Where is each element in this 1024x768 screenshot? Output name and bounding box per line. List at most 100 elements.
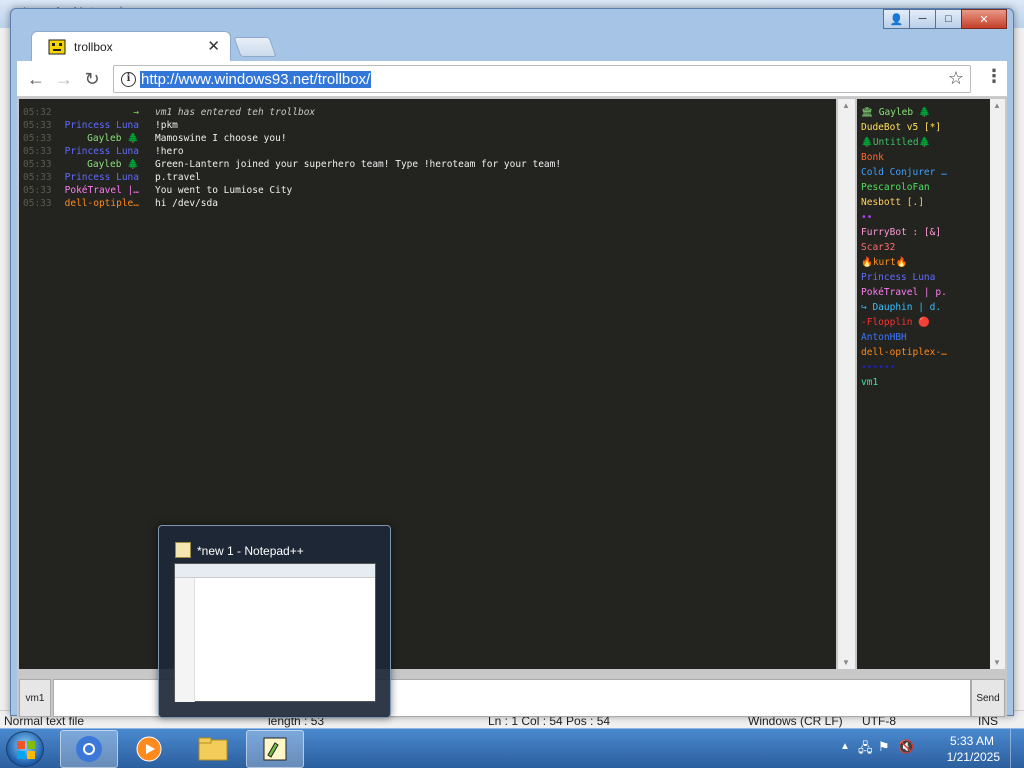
message-nick[interactable]: Princess Luna (65, 172, 139, 183)
chat-scrollbar[interactable]: ▲ ▼ (838, 99, 855, 669)
taskbar-media-player[interactable] (120, 730, 178, 768)
trollbox-favicon-icon (48, 39, 66, 55)
message-text: !pkm (155, 120, 178, 131)
message-time: 05:32 (23, 107, 52, 118)
user-list-item[interactable]: PescaroloFan (861, 182, 930, 193)
new-tab-button[interactable] (233, 37, 277, 57)
user-list-item[interactable]: Bonk (861, 152, 884, 163)
taskbar-explorer[interactable] (184, 730, 242, 768)
user-list-scrollbar[interactable]: ▲ ▼ (990, 99, 1005, 669)
message-nick[interactable]: PokéTravel |… (65, 185, 139, 196)
clock-date[interactable]: 1/21/2025 (947, 750, 1000, 764)
user-list-item[interactable]: FurryBot : [&] (861, 227, 941, 238)
clock-time[interactable]: 5:33 AM (950, 734, 994, 748)
user-list-item[interactable]: Scar32 (861, 242, 895, 253)
user-list-item[interactable]: ↪ Dauphin | d. (861, 302, 941, 313)
message-text: Green-Lantern joined your superhero team… (155, 159, 562, 170)
user-list-item[interactable]: PokéTravel | p. (861, 287, 947, 298)
chat-message: 05:33 PokéTravel |… You went to Lumiose Ci… (19, 185, 829, 198)
user-list-item[interactable]: Cold Conjurer … (861, 167, 947, 178)
maximize-button[interactable]: □ (935, 9, 962, 29)
url-text[interactable]: http://www.windows93.net/trollbox/ (140, 71, 372, 88)
show-desktop-button[interactable] (1010, 729, 1024, 768)
user-list-item[interactable]: dell-optiplex-… (861, 347, 947, 358)
chat-message: 05:33 Princess Luna p.travel (19, 172, 829, 185)
system-tray: ▲ 🖧 ⚑ 🔇 5:33 AM 1/21/2025 (834, 729, 1024, 768)
taskbar: ▲ 🖧 ⚑ 🔇 5:33 AM 1/21/2025 (0, 728, 1024, 768)
chat-message: 05:33 Gayleb 🌲 Mamoswine I choose you! (19, 133, 829, 146)
user-list-item[interactable]: 🔥kurt🔥 (861, 257, 908, 268)
nickname-button[interactable]: vm1 (19, 679, 51, 717)
bookmark-star-icon[interactable]: ☆ (948, 68, 964, 89)
forward-arrow-icon[interactable]: → (53, 68, 75, 90)
scroll-down-icon[interactable]: ▼ (842, 658, 850, 667)
preview-toolbar (175, 564, 375, 578)
chat-message: 05:33 Gayleb 🌲 Green-Lantern joined your s… (19, 159, 829, 172)
send-button[interactable]: Send (971, 679, 1005, 717)
scroll-up-icon[interactable]: ▲ (993, 101, 1001, 110)
taskbar-chrome[interactable] (60, 730, 118, 768)
window-controls: 👤 ─ □ ✕ (883, 9, 1007, 31)
chat-message: 05:32 → vm1 has entered teh trollbox (19, 107, 829, 120)
browser-toolbar: ← → ↻ i http://www.windows93.net/trollbo… (17, 61, 1007, 97)
address-bar[interactable]: i http://www.windows93.net/trollbox/ ☆ (113, 65, 971, 93)
chat-message: 05:33 Princess Luna !pkm (19, 120, 829, 133)
tab-close-icon[interactable]: ✕ (207, 37, 220, 55)
windows-logo-icon (17, 741, 35, 759)
media-player-icon (136, 736, 162, 762)
scroll-up-icon[interactable]: ▲ (842, 101, 850, 110)
back-arrow-icon[interactable]: ← (25, 68, 47, 90)
thumbnail-title: *new 1 - Notepad++ (197, 544, 304, 558)
message-nick[interactable]: Gayleb 🌲 (87, 159, 139, 170)
user-list: 🏛 Gayleb 🌲 DudeBot v5 [*] 🌲Untitled🌲 Bonk Co… (857, 99, 990, 669)
notepad-plus-plus-icon (263, 737, 287, 761)
message-text: !hero (155, 146, 184, 157)
message-time: 05:33 (23, 172, 52, 183)
message-nick[interactable]: Princess Luna (65, 146, 139, 157)
user-list-item[interactable]: AntonHBH (861, 332, 907, 343)
close-button[interactable]: ✕ (961, 9, 1007, 29)
menu-dots-icon[interactable]: ⋮ (985, 66, 1003, 87)
user-list-item[interactable]: Nesbott [.] (861, 197, 924, 208)
notepad-icon (175, 542, 191, 558)
tab-trollbox[interactable]: trollbox ✕ (31, 31, 231, 61)
chat-message: 05:33 dell-optiple… hi /dev/sda (19, 198, 829, 211)
chat-message: 05:33 Princess Luna !hero (19, 146, 829, 159)
preview-line-numbers (175, 578, 195, 702)
reload-icon[interactable]: ↻ (81, 68, 103, 90)
user-list-item[interactable]: 🏛 Gayleb 🌲 (861, 107, 931, 118)
scroll-down-icon[interactable]: ▼ (993, 658, 1001, 667)
taskbar-thumbnail[interactable]: *new 1 - Notepad++ (158, 525, 391, 718)
taskbar-notepad[interactable] (246, 730, 304, 768)
message-nick[interactable]: Princess Luna (65, 120, 139, 131)
start-button[interactable] (6, 731, 44, 767)
user-list-item[interactable]: Princess Luna (861, 272, 935, 283)
chat-messages: 05:32 → vm1 has entered teh trollbox 05:33 P… (19, 99, 836, 669)
network-icon[interactable]: 🖧 (858, 739, 873, 761)
message-text: vm1 has entered teh trollbox (155, 107, 316, 118)
message-nick[interactable]: Gayleb 🌲 (87, 133, 139, 144)
user-list-item[interactable]: DudeBot v5 [*] (861, 122, 941, 133)
action-center-flag-icon[interactable]: ⚑ (878, 739, 890, 755)
user-list-item[interactable]: 🌲Untitled🌲 (861, 137, 930, 148)
user-icon[interactable]: 👤 (883, 9, 910, 29)
message-text: Mamoswine I choose you! (155, 133, 287, 144)
message-time: 05:33 (23, 120, 52, 131)
message-nick[interactable]: → (133, 107, 139, 118)
volume-muted-icon[interactable]: 🔇 (898, 739, 914, 755)
message-text: hi /dev/sda (155, 198, 218, 209)
message-text: p.travel (155, 172, 201, 183)
minimize-button[interactable]: ─ (909, 9, 936, 29)
message-time: 05:33 (23, 198, 52, 209)
user-list-item[interactable]: -Flopplin 🔴 (861, 317, 930, 328)
message-time: 05:33 (23, 185, 52, 196)
message-time: 05:33 (23, 159, 52, 170)
info-icon[interactable]: i (121, 72, 136, 87)
show-hidden-icons-icon[interactable]: ▲ (840, 741, 850, 752)
user-list-item[interactable]: •• (861, 212, 872, 223)
folder-icon (198, 737, 228, 761)
thumbnail-preview[interactable] (174, 563, 376, 702)
message-nick[interactable]: dell-optiple… (65, 198, 139, 209)
user-list-item[interactable]: vm1 (861, 377, 878, 388)
user-list-item[interactable]: •••••• (861, 362, 895, 373)
